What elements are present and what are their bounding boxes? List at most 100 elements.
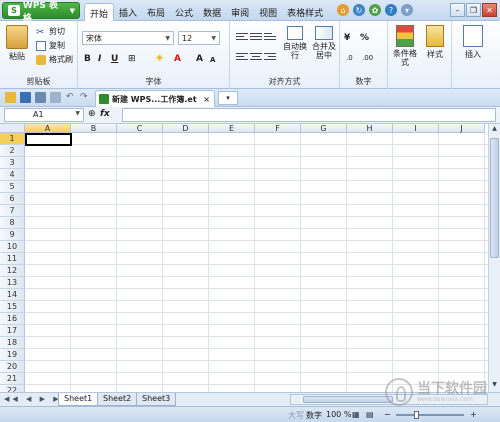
column-header[interactable]: B: [71, 124, 117, 133]
row-header[interactable]: 19: [0, 349, 25, 361]
name-box[interactable]: A1 ▼: [4, 108, 84, 122]
row-header[interactable]: 20: [0, 361, 25, 373]
column-header[interactable]: C: [117, 124, 163, 133]
row-header[interactable]: 4: [0, 169, 25, 181]
row-header[interactable]: 14: [0, 289, 25, 301]
sheet-tab-2[interactable]: Sheet2: [97, 393, 138, 406]
function-icon[interactable]: fx: [100, 109, 110, 119]
tab-view[interactable]: 视图: [254, 3, 282, 21]
row-header[interactable]: 15: [0, 301, 25, 313]
scroll-down-icon[interactable]: ▼: [490, 381, 499, 391]
close-button[interactable]: ✕: [482, 3, 497, 17]
skin-icon[interactable]: ✿: [369, 4, 381, 16]
row-header[interactable]: 16: [0, 313, 25, 325]
align-bottom-icon[interactable]: [264, 33, 276, 43]
print-preview-icon[interactable]: [50, 92, 61, 103]
undo-icon[interactable]: ↶: [66, 92, 77, 103]
page-break-view-icon[interactable]: ▤: [366, 410, 374, 419]
row-header[interactable]: 10: [0, 241, 25, 253]
row-header[interactable]: 13: [0, 277, 25, 289]
row-header[interactable]: 17: [0, 325, 25, 337]
fill-color-icon[interactable]: ◈: [156, 53, 163, 63]
row-header[interactable]: 12: [0, 265, 25, 277]
paste-button[interactable]: 粘贴: [6, 25, 28, 62]
tab-formula[interactable]: 公式: [170, 3, 198, 21]
chevron-down-icon[interactable]: ▾: [401, 4, 413, 16]
italic-button[interactable]: I: [98, 54, 101, 64]
align-right-icon[interactable]: [264, 53, 276, 63]
tab-data[interactable]: 数据: [198, 3, 226, 21]
percent-button[interactable]: %: [360, 33, 369, 43]
open-icon[interactable]: [5, 92, 16, 103]
copy-button[interactable]: 复制: [36, 40, 65, 51]
new-tab-button[interactable]: ▾: [218, 91, 238, 105]
cut-button[interactable]: ✂ 剪切: [36, 26, 65, 38]
tab-insert[interactable]: 插入: [114, 3, 142, 21]
active-cell[interactable]: [25, 133, 72, 146]
tab-review[interactable]: 审阅: [226, 3, 254, 21]
redo-icon[interactable]: ↷: [80, 92, 91, 103]
font-color-button[interactable]: A: [174, 54, 181, 64]
tab-layout[interactable]: 布局: [142, 3, 170, 21]
normal-view-icon[interactable]: ▦: [352, 410, 360, 419]
row-header[interactable]: 2: [0, 145, 25, 157]
underline-button[interactable]: U: [111, 54, 118, 64]
help-icon[interactable]: ?: [385, 4, 397, 16]
vertical-scrollbar[interactable]: ▲ ▼: [488, 124, 500, 392]
vertical-scroll-thumb[interactable]: [490, 138, 499, 258]
row-header[interactable]: 5: [0, 181, 25, 193]
row-header[interactable]: 21: [0, 373, 25, 385]
restore-button[interactable]: ❐: [466, 3, 481, 17]
column-header[interactable]: G: [301, 124, 347, 133]
column-header[interactable]: E: [209, 124, 255, 133]
tab-table-style[interactable]: 表格样式: [282, 3, 328, 21]
cell-style-button[interactable]: 样式: [422, 25, 448, 60]
zoom-slider-knob[interactable]: [414, 411, 419, 419]
refresh-icon[interactable]: ↻: [353, 4, 365, 16]
horizontal-scroll-thumb[interactable]: [303, 396, 393, 403]
wrap-text-button[interactable]: 自动换行: [282, 26, 308, 60]
decimal-increase-icon[interactable]: .0: [346, 54, 353, 62]
format-painter-button[interactable]: 格式刷: [36, 54, 73, 65]
row-header[interactable]: 1: [0, 133, 25, 145]
align-left-icon[interactable]: [236, 53, 248, 63]
zoom-icon[interactable]: ⊕: [88, 109, 96, 119]
sheet-tab-1[interactable]: Sheet1: [58, 393, 99, 406]
align-middle-icon[interactable]: [250, 33, 262, 43]
currency-button[interactable]: ¥: [344, 33, 350, 43]
minimize-button[interactable]: –: [450, 3, 465, 17]
home-icon[interactable]: ⌂: [337, 4, 349, 16]
merge-center-button[interactable]: 合并及居中: [310, 26, 338, 60]
save-icon[interactable]: [20, 92, 31, 103]
column-header[interactable]: A: [25, 124, 71, 133]
document-tab[interactable]: 新建 WPS...工作簿.et ×: [95, 90, 215, 107]
shrink-font-button[interactable]: A: [210, 56, 215, 64]
font-family-select[interactable]: 宋体 ▼: [82, 31, 174, 45]
column-header[interactable]: I: [393, 124, 439, 133]
column-header[interactable]: H: [347, 124, 393, 133]
grow-font-button[interactable]: A: [196, 54, 203, 64]
row-header[interactable]: 7: [0, 205, 25, 217]
scroll-up-icon[interactable]: ▲: [490, 125, 499, 135]
formula-input[interactable]: [122, 108, 496, 122]
tab-home[interactable]: 开始: [84, 3, 115, 21]
print-icon[interactable]: [35, 92, 46, 103]
zoom-slider[interactable]: [396, 414, 464, 416]
row-header[interactable]: 11: [0, 253, 25, 265]
bold-button[interactable]: B: [84, 54, 91, 64]
conditional-format-button[interactable]: 条件格式: [392, 25, 418, 67]
column-header[interactable]: D: [163, 124, 209, 133]
select-all-corner[interactable]: [0, 124, 25, 133]
sheet-tab-3[interactable]: Sheet3: [136, 393, 177, 406]
border-icon[interactable]: ⊞: [128, 54, 136, 64]
zoom-out-button[interactable]: −: [384, 410, 391, 419]
zoom-in-button[interactable]: +: [470, 410, 477, 419]
close-tab-icon[interactable]: ×: [203, 95, 210, 104]
column-header[interactable]: F: [255, 124, 301, 133]
align-top-icon[interactable]: [236, 33, 248, 43]
row-header[interactable]: 8: [0, 217, 25, 229]
align-center-icon[interactable]: [250, 53, 262, 63]
row-header[interactable]: 22: [0, 385, 25, 392]
row-header[interactable]: 3: [0, 157, 25, 169]
row-header[interactable]: 9: [0, 229, 25, 241]
